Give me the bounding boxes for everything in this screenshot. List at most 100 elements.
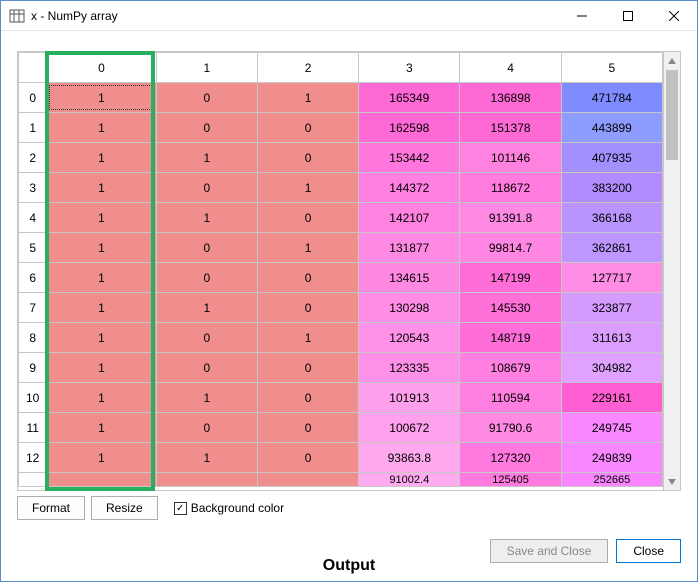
row-header[interactable]: 6 [19,263,47,293]
grid-cell[interactable]: 1 [47,263,156,293]
grid-cell[interactable]: 91002.4 [359,473,460,487]
grid-cell[interactable]: 1 [47,173,156,203]
grid-cell[interactable]: 1 [257,233,358,263]
grid-cell[interactable]: 1 [47,293,156,323]
grid-cell[interactable]: 362861 [561,233,662,263]
grid-cell[interactable]: 1 [47,83,156,113]
row-header[interactable]: 11 [19,413,47,443]
minimize-button[interactable] [559,1,605,31]
row-header[interactable]: 4 [19,203,47,233]
grid-cell[interactable]: 0 [156,263,257,293]
column-header[interactable]: 3 [359,53,460,83]
grid-cell[interactable]: 0 [257,143,358,173]
grid-cell[interactable]: 0 [156,113,257,143]
row-header[interactable]: 3 [19,173,47,203]
grid-cell[interactable]: 1 [47,233,156,263]
grid-cell[interactable]: 1 [47,353,156,383]
grid-cell[interactable]: 304982 [561,353,662,383]
row-header[interactable]: 5 [19,233,47,263]
grid-cell[interactable]: 0 [156,413,257,443]
grid-cell[interactable]: 1 [156,383,257,413]
grid-cell[interactable]: 0 [257,413,358,443]
grid-cell[interactable]: 0 [156,83,257,113]
column-header[interactable]: 5 [561,53,662,83]
grid-cell[interactable]: 1 [47,203,156,233]
scroll-down-button[interactable] [664,473,680,490]
grid-cell[interactable]: 249839 [561,443,662,473]
grid-cell[interactable]: 145530 [460,293,561,323]
grid-cell[interactable]: 147199 [460,263,561,293]
column-header[interactable]: 1 [156,53,257,83]
grid-cell[interactable]: 127320 [460,443,561,473]
resize-button[interactable]: Resize [91,496,158,520]
scroll-thumb[interactable] [666,70,678,160]
grid-cell[interactable]: 162598 [359,113,460,143]
grid-cell[interactable]: 1 [47,113,156,143]
row-header[interactable] [19,473,47,487]
grid-cell[interactable]: 1 [156,203,257,233]
grid-cell[interactable]: 0 [257,353,358,383]
grid-cell[interactable]: 1 [47,323,156,353]
grid-cell[interactable]: 1 [257,173,358,203]
grid-cell[interactable]: 366168 [561,203,662,233]
grid-cell[interactable]: 471784 [561,83,662,113]
grid-cell[interactable]: 1 [47,413,156,443]
grid-cell[interactable]: 1 [156,293,257,323]
row-header[interactable]: 1 [19,113,47,143]
grid-cell[interactable]: 91790.6 [460,413,561,443]
grid-cell[interactable]: 142107 [359,203,460,233]
grid-cell[interactable]: 407935 [561,143,662,173]
grid-cell[interactable]: 252665 [561,473,662,487]
grid-cell[interactable]: 110594 [460,383,561,413]
row-header[interactable]: 7 [19,293,47,323]
column-header[interactable]: 0 [47,53,156,83]
grid-cell[interactable]: 127717 [561,263,662,293]
grid-cell[interactable]: 229161 [561,383,662,413]
grid-cell[interactable]: 1 [47,143,156,173]
grid-cell[interactable]: 0 [257,293,358,323]
grid-cell[interactable]: 0 [257,263,358,293]
grid-cell[interactable]: 0 [156,323,257,353]
grid-cell[interactable]: 101913 [359,383,460,413]
grid-cell[interactable]: 1 [156,143,257,173]
maximize-button[interactable] [605,1,651,31]
close-window-button[interactable] [651,1,697,31]
grid-cell[interactable]: 151378 [460,113,561,143]
background-color-checkbox[interactable]: ✓ Background color [174,501,284,515]
grid-cell[interactable]: 1 [257,323,358,353]
grid-cell[interactable]: 383200 [561,173,662,203]
grid-cell[interactable] [257,473,358,487]
grid-cell[interactable]: 123335 [359,353,460,383]
grid-cell[interactable]: 118672 [460,173,561,203]
grid-cell[interactable]: 1 [47,383,156,413]
grid-cell[interactable]: 134615 [359,263,460,293]
grid-cell[interactable]: 0 [156,353,257,383]
grid-cell[interactable]: 0 [257,113,358,143]
column-header[interactable]: 4 [460,53,561,83]
grid-cell[interactable]: 0 [257,443,358,473]
grid-cell[interactable]: 144372 [359,173,460,203]
row-header[interactable]: 12 [19,443,47,473]
grid-cell[interactable]: 0 [257,203,358,233]
grid-cell[interactable]: 0 [156,173,257,203]
row-header[interactable]: 8 [19,323,47,353]
grid-cell[interactable]: 249745 [561,413,662,443]
grid-cell[interactable]: 1 [47,443,156,473]
grid-cell[interactable]: 0 [257,383,358,413]
grid-cell[interactable]: 101146 [460,143,561,173]
row-header[interactable]: 10 [19,383,47,413]
grid-cell[interactable]: 93863.8 [359,443,460,473]
grid-cell[interactable]: 148719 [460,323,561,353]
grid-cell[interactable]: 311613 [561,323,662,353]
grid-cell[interactable] [47,473,156,487]
grid-cell[interactable]: 99814.7 [460,233,561,263]
row-header[interactable]: 9 [19,353,47,383]
grid-cell[interactable]: 0 [156,233,257,263]
grid-cell[interactable]: 443899 [561,113,662,143]
row-header[interactable]: 0 [19,83,47,113]
vertical-scrollbar[interactable] [663,52,680,490]
grid-cell[interactable]: 1 [257,83,358,113]
grid-cell[interactable]: 125405 [460,473,561,487]
format-button[interactable]: Format [17,496,85,520]
grid-cell[interactable]: 323877 [561,293,662,323]
